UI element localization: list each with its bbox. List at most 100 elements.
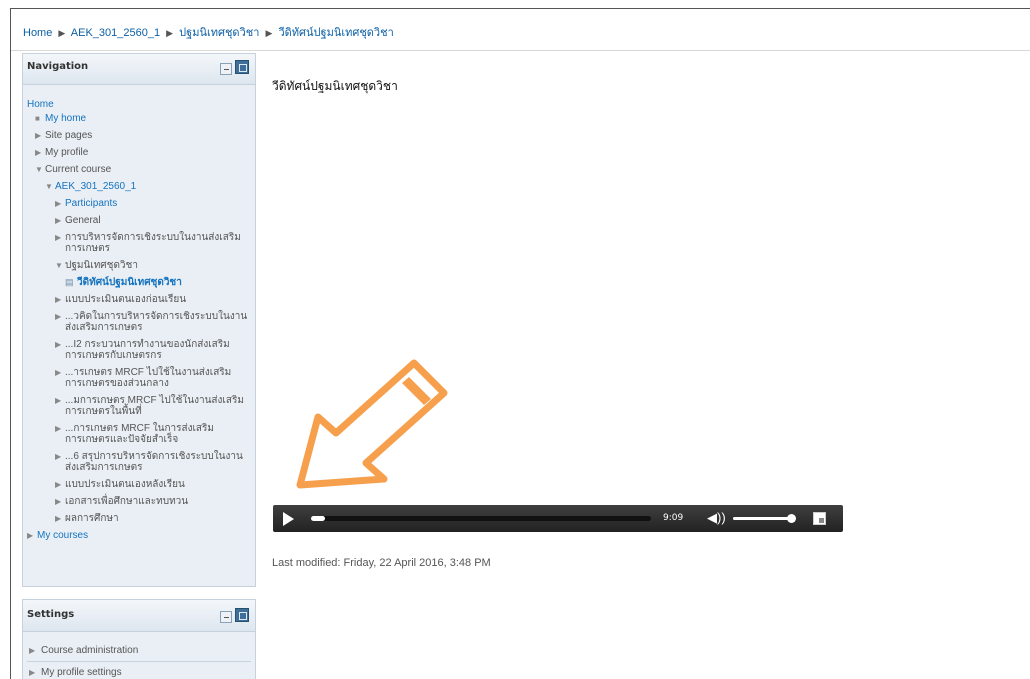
video-page-icon: ▤ (65, 277, 74, 287)
nav-item-site-pages[interactable]: ▶ Site pages (27, 130, 251, 141)
breadcrumb-home[interactable]: Home (23, 27, 52, 39)
collapse-arrow-icon: ▼ (35, 165, 43, 174)
navigation-title: Navigation (27, 61, 89, 72)
expand-arrow-icon: ▶ (55, 312, 62, 321)
breadcrumb-separator-icon: ▶ (166, 28, 174, 38)
settings-item-course-administration[interactable]: ▶ Course administration (27, 640, 251, 662)
expand-arrow-icon: ▶ (55, 340, 62, 349)
nav-item-label: เอกสารเพื่อศึกษาและทบทวน (65, 496, 189, 507)
nav-item-course[interactable]: ▼ AEK_301_2560_1 (27, 181, 251, 192)
volume-icon[interactable]: ◀)) (707, 510, 726, 526)
settings-item-label: Course administration (41, 645, 139, 656)
breadcrumb-course[interactable]: AEK_301_2560_1 (71, 27, 160, 39)
nav-item-label: My courses (37, 530, 89, 541)
expand-arrow-icon: ▶ (55, 514, 62, 523)
nav-item-unit-3[interactable]: ▶ ...ารเกษตร MRCF ไปใช้ในงานส่งเสริมการเ… (27, 367, 251, 389)
nav-item-label: ...ารเกษตร MRCF ไปใช้ในงานส่งเสริมการเกษ… (65, 367, 232, 389)
breadcrumb-separator-icon: ▶ (58, 28, 66, 38)
nav-item-my-profile[interactable]: ▶ My profile (27, 147, 251, 158)
nav-item-label: วีดิทัศน์ปฐมนิเทศชุดวิชา (77, 277, 182, 288)
volume-knob[interactable] (787, 514, 796, 523)
last-modified-text: Last modified: Friday, 22 April 2016, 3:… (272, 557, 491, 569)
settings-item-label: My profile settings (41, 667, 122, 678)
nav-item-unit-2[interactable]: ▶ ...I2 กระบวนการทำงานของนักส่งเสริมการเ… (27, 339, 251, 361)
nav-item-label: My profile (45, 147, 89, 158)
expand-arrow-icon: ▶ (55, 216, 62, 225)
expand-arrow-icon: ▶ (55, 497, 62, 506)
expand-arrow-icon: ▶ (55, 396, 62, 405)
breadcrumb-current: วีดิทัศน์ปฐมนิเทศชุดวิชา (278, 27, 394, 39)
navigation-block-header: Navigation (23, 54, 255, 85)
nav-item-label: Site pages (45, 130, 93, 141)
volume-fill (733, 517, 791, 520)
nav-item-unit-4[interactable]: ▶ ...มการเกษตร MRCF ไปใช้ในงานส่งเสริมกา… (27, 395, 251, 417)
collapse-block-icon[interactable] (220, 611, 232, 623)
expand-arrow-icon: ▶ (35, 131, 42, 140)
nav-item-orientation[interactable]: ▼ ปฐมนิเทศชุดวิชา (27, 260, 251, 271)
fullscreen-icon[interactable] (813, 512, 826, 525)
nav-item-label: ปฐมนิเทศชุดวิชา (65, 260, 138, 271)
expand-arrow-icon: ▶ (55, 480, 62, 489)
expand-arrow-icon: ▶ (29, 668, 36, 677)
nav-home[interactable]: Home (27, 99, 251, 110)
collapse-arrow-icon: ▼ (45, 182, 53, 191)
nav-item-current-course[interactable]: ▼ Current course (27, 164, 251, 175)
nav-item-label: ...I2 กระบวนการทำงานของนักส่งเสริมการเกษ… (65, 339, 230, 361)
expand-arrow-icon: ▶ (55, 233, 62, 242)
breadcrumb: Home ▶ AEK_301_2560_1 ▶ ปฐมนิเทศชุดวิชา … (11, 9, 1030, 51)
collapse-block-icon[interactable] (220, 63, 232, 75)
breadcrumb-separator-icon: ▶ (265, 28, 273, 38)
video-player: 9:09 ◀)) (273, 505, 843, 532)
nav-item-label: ...มการเกษตร MRCF ไปใช้ในงานส่งเสริมการเ… (65, 395, 244, 417)
expand-arrow-icon: ▶ (35, 148, 42, 157)
expand-arrow-icon: ▶ (55, 368, 62, 377)
nav-item-section[interactable]: ▶ การบริหารจัดการเชิงระบบในงานส่งเสริมกา… (27, 232, 251, 254)
nav-item-orientation-video[interactable]: ▤ วีดิทัศน์ปฐมนิเทศชุดวิชา (27, 277, 251, 288)
navigation-tree: Home ■ My home ▶ Site pages ▶ My profile… (23, 85, 255, 586)
nav-item-label: แบบประเมินตนเองก่อนเรียน (65, 294, 187, 305)
dock-block-icon[interactable] (235, 60, 249, 74)
nav-item-documents[interactable]: ▶ เอกสารเพื่อศึกษาและทบทวน (27, 496, 251, 507)
expand-arrow-icon: ▶ (55, 452, 62, 461)
main-content: วีดิทัศน์ปฐมนิเทศชุดวิชา 9:09 ◀)) Last m… (269, 53, 1019, 673)
page-title: วีดิทัศน์ปฐมนิเทศชุดวิชา (272, 79, 398, 93)
bullet-icon: ■ (35, 114, 40, 123)
time-readout: 9:09 (663, 513, 684, 523)
expand-arrow-icon: ▶ (29, 646, 36, 655)
progress-bar[interactable] (311, 516, 651, 521)
nav-item-label: ...วคิดในการบริหารจัดการเชิงระบบในงานส่ง… (65, 311, 248, 333)
nav-home-label: Home (27, 99, 54, 110)
nav-item-my-courses[interactable]: ▶ My courses (27, 530, 251, 541)
nav-item-unit-5[interactable]: ▶ ...การเกษตร MRCF ในการส่งเสริมการเกษตร… (27, 423, 251, 445)
nav-item-label: Current course (45, 164, 112, 175)
nav-item-results[interactable]: ▶ ผลการศึกษา (27, 513, 251, 524)
nav-item-label: ...6 สรุปการบริหารจัดการเชิงระบบในงานส่ง… (65, 451, 243, 473)
expand-arrow-icon: ▶ (55, 199, 62, 208)
nav-item-pretest[interactable]: ▶ แบบประเมินตนเองก่อนเรียน (27, 294, 251, 305)
nav-item-label: My home (45, 113, 87, 124)
nav-item-unit-6[interactable]: ▶ ...6 สรุปการบริหารจัดการเชิงระบบในงานส… (27, 451, 251, 473)
settings-block: Settings ▶ Course administration ▶ My pr… (22, 599, 256, 679)
nav-item-general[interactable]: ▶ General (27, 215, 251, 226)
settings-block-header: Settings (23, 600, 255, 632)
nav-item-unit-1[interactable]: ▶ ...วคิดในการบริหารจัดการเชิงระบบในงานส… (27, 311, 251, 333)
volume-slider[interactable] (733, 514, 796, 523)
progress-fill (311, 516, 325, 521)
page-frame: Home ▶ AEK_301_2560_1 ▶ ปฐมนิเทศชุดวิชา … (10, 8, 1030, 679)
nav-item-participants[interactable]: ▶ Participants (27, 198, 251, 209)
nav-item-posttest[interactable]: ▶ แบบประเมินตนเองหลังเรียน (27, 479, 251, 490)
left-column: Navigation Home ■ My home ▶ Site pages ▶ (22, 53, 256, 679)
nav-item-label: การบริหารจัดการเชิงระบบในงานส่งเสริมการเ… (65, 232, 241, 254)
play-icon[interactable] (283, 512, 294, 526)
nav-item-my-home[interactable]: ■ My home (27, 113, 251, 124)
breadcrumb-section[interactable]: ปฐมนิเทศชุดวิชา (179, 27, 259, 39)
settings-item-my-profile-settings[interactable]: ▶ My profile settings (27, 662, 251, 679)
nav-item-label: ...การเกษตร MRCF ในการส่งเสริมการเกษตรแล… (65, 423, 214, 445)
navigation-block: Navigation Home ■ My home ▶ Site pages ▶ (22, 53, 256, 587)
nav-item-label: Participants (65, 198, 118, 209)
expand-arrow-icon: ▶ (55, 295, 62, 304)
nav-item-label: AEK_301_2560_1 (55, 181, 137, 192)
settings-title: Settings (27, 609, 75, 620)
nav-item-label: ผลการศึกษา (65, 513, 119, 524)
dock-block-icon[interactable] (235, 608, 249, 622)
